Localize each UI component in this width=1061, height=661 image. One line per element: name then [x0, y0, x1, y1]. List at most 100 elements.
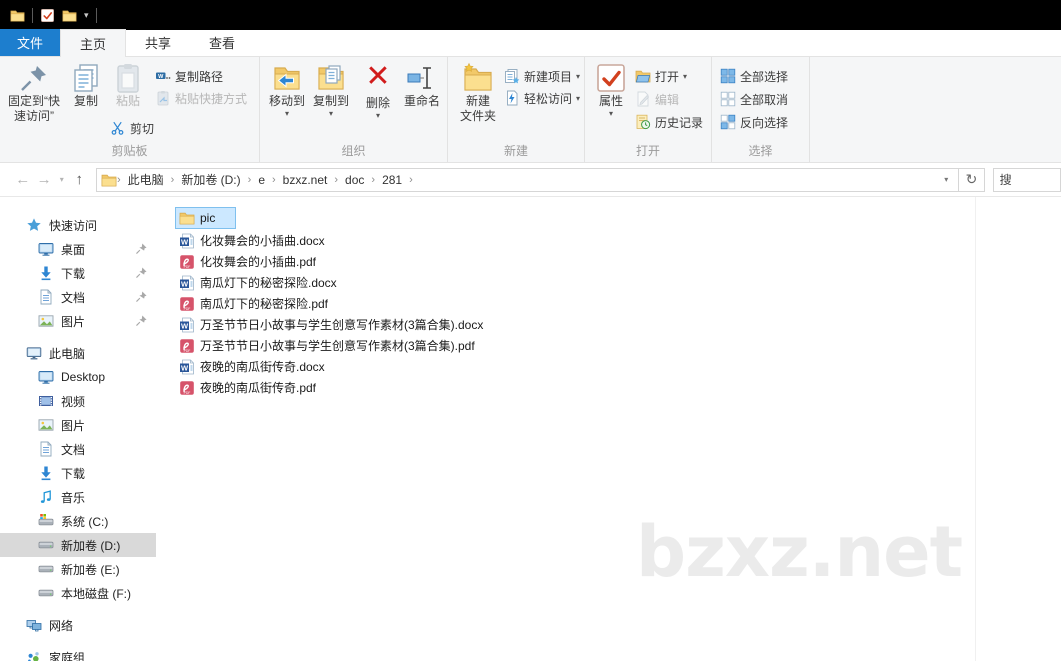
pdf-icon: [179, 254, 195, 270]
document-icon: [38, 289, 54, 305]
properties-button[interactable]: 属性 ▾: [593, 62, 629, 118]
music-icon: [38, 489, 54, 505]
file-row[interactable]: 夜晚的南瓜街传奇.pdf: [176, 377, 1061, 398]
file-item[interactable]: 万圣节节日小故事与学生创意写作素材(3篇合集).pdf: [176, 335, 483, 356]
cut-button[interactable]: 剪切: [110, 118, 154, 138]
sidebar-item-desktop-qa[interactable]: 桌面: [0, 237, 156, 261]
tab-view[interactable]: 查看: [190, 29, 254, 56]
file-item[interactable]: 化妆舞会的小插曲.pdf: [176, 251, 324, 272]
file-item[interactable]: 夜晚的南瓜街传奇.docx: [176, 356, 333, 377]
breadcrumb-doc[interactable]: doc: [338, 173, 371, 187]
breadcrumb-separator: ›: [409, 174, 413, 186]
breadcrumb[interactable]: › 此电脑 › 新加卷 (D:) › e › bzxz.net › doc › …: [96, 168, 959, 192]
breadcrumb-this-pc[interactable]: 此电脑: [121, 171, 171, 188]
file-row[interactable]: 化妆舞会的小插曲.pdf: [176, 251, 1061, 272]
rename-button[interactable]: 重命名: [400, 62, 444, 109]
sidebar-item-documents[interactable]: 文档: [0, 437, 156, 461]
file-item[interactable]: 南瓜灯下的秘密探险.docx: [176, 272, 345, 293]
file-item[interactable]: 化妆舞会的小插曲.docx: [176, 230, 333, 251]
select-none-button[interactable]: 全部取消: [720, 89, 788, 109]
breadcrumb-bzxz-net[interactable]: bzxz.net: [276, 173, 335, 187]
tab-home[interactable]: 主页: [60, 29, 126, 57]
sidebar-item-this-pc[interactable]: 此电脑: [0, 341, 156, 365]
breadcrumb-drive-d[interactable]: 新加卷 (D:): [174, 171, 247, 188]
pin-to-quick-access-button[interactable]: 固定到“快 速访问”: [4, 62, 64, 124]
qat-folder-icon-2[interactable]: [62, 8, 77, 23]
copy-path-button[interactable]: 复制路径: [155, 66, 223, 86]
dropdown-chevron-icon: ▾: [576, 73, 580, 81]
group-label-open: 打开: [585, 142, 711, 159]
dropdown-chevron-icon: ▾: [609, 110, 613, 118]
select-all-button[interactable]: 全部选择: [720, 66, 788, 86]
refresh-button[interactable]: ↻: [959, 168, 984, 192]
pdf-icon: [179, 338, 195, 354]
qat-folder-icon[interactable]: [10, 8, 25, 23]
invert-selection-icon: [720, 114, 736, 130]
sidebar-item-videos[interactable]: 视频: [0, 389, 156, 413]
sidebar-item-drive-d[interactable]: 新加卷 (D:): [0, 533, 156, 557]
sidebar-item-drive-c[interactable]: 系统 (C:): [0, 509, 156, 533]
file-name: pic: [200, 211, 215, 225]
file-item[interactable]: 南瓜灯下的秘密探险.pdf: [176, 293, 336, 314]
search-input[interactable]: 搜: [993, 168, 1061, 192]
sidebar-item-drive-f[interactable]: 本地磁盘 (F:): [0, 581, 156, 605]
address-dropdown-chevron[interactable]: ▾: [938, 175, 954, 184]
file-item[interactable]: 夜晚的南瓜街传奇.pdf: [176, 377, 324, 398]
system-drive-icon: [38, 513, 54, 529]
file-row[interactable]: 南瓜灯下的秘密探险.pdf: [176, 293, 1061, 314]
new-item-button[interactable]: 新建项目 ▾: [504, 66, 580, 86]
sidebar-item-documents-qa[interactable]: 文档: [0, 285, 156, 309]
tab-share[interactable]: 共享: [126, 29, 190, 56]
new-folder-button[interactable]: 新建 文件夹: [454, 62, 502, 124]
history-button[interactable]: 历史记录: [635, 112, 703, 132]
file-row[interactable]: 万圣节节日小故事与学生创意写作素材(3篇合集).docx: [176, 314, 1061, 335]
download-icon: [38, 465, 54, 481]
up-button[interactable]: ↑: [69, 171, 90, 188]
sidebar-item-quick-access[interactable]: 快速访问: [0, 213, 156, 237]
tab-file[interactable]: 文件: [0, 29, 60, 56]
recent-locations-chevron[interactable]: ▾: [55, 175, 69, 184]
copy-to-button[interactable]: 复制到 ▾: [310, 62, 352, 118]
file-item[interactable]: 万圣节节日小故事与学生创意写作素材(3篇合集).docx: [176, 314, 491, 335]
picture-icon: [38, 313, 54, 329]
file-row[interactable]: 化妆舞会的小插曲.docx: [176, 230, 1061, 251]
breadcrumb-e[interactable]: e: [251, 173, 272, 187]
qat-properties-icon[interactable]: [40, 8, 55, 23]
sidebar-item-pictures[interactable]: 图片: [0, 413, 156, 437]
drive-icon: [38, 537, 54, 553]
file-row[interactable]: 南瓜灯下的秘密探险.docx: [176, 272, 1061, 293]
group-label-new: 新建: [448, 142, 584, 159]
sidebar-item-downloads[interactable]: 下载: [0, 461, 156, 485]
sidebar-item-drive-e[interactable]: 新加卷 (E:): [0, 557, 156, 581]
file-row[interactable]: pic: [176, 207, 1061, 228]
file-item-pic[interactable]: pic: [176, 208, 235, 228]
title-bar: ▾: [0, 0, 1061, 30]
file-row[interactable]: 万圣节节日小故事与学生创意写作素材(3篇合集).pdf: [176, 335, 1061, 356]
copy-button[interactable]: 复制: [66, 62, 106, 109]
sidebar-item-pictures-qa[interactable]: 图片: [0, 309, 156, 333]
sidebar-item-downloads-qa[interactable]: 下载: [0, 261, 156, 285]
delete-button[interactable]: ✕ 删除 ▾: [358, 62, 398, 120]
picture-icon: [38, 417, 54, 433]
word-doc-icon: [179, 233, 195, 249]
invert-selection-button[interactable]: 反向选择: [720, 112, 788, 132]
word-doc-icon: [179, 359, 195, 375]
sidebar-item-desktop[interactable]: Desktop: [0, 365, 156, 389]
move-to-button[interactable]: 移动到 ▾: [266, 62, 308, 118]
copy-to-icon: [314, 62, 348, 94]
easy-access-button[interactable]: 轻松访问 ▾: [504, 88, 580, 108]
pin-icon: [135, 290, 148, 303]
delete-x-icon: ✕: [365, 62, 390, 96]
sidebar-item-music[interactable]: 音乐: [0, 485, 156, 509]
sidebar-item-homegroup[interactable]: 家庭组: [0, 645, 156, 661]
desktop-icon: [38, 241, 54, 257]
file-name: 化妆舞会的小插曲.pdf: [200, 253, 316, 270]
breadcrumb-281[interactable]: 281: [375, 173, 409, 187]
file-list: pic 化妆舞会的小插曲.docx 化妆舞会的小插曲.pdf 南瓜灯下的秘密探险…: [156, 197, 1061, 661]
file-row[interactable]: 夜晚的南瓜街传奇.docx: [176, 356, 1061, 377]
sidebar-item-network[interactable]: 网络: [0, 613, 156, 637]
folder-icon: [179, 210, 195, 226]
qat-dropdown-chevron[interactable]: ▾: [84, 11, 89, 20]
group-label-organize: 组织: [260, 142, 447, 159]
open-button[interactable]: 打开 ▾: [635, 66, 687, 86]
